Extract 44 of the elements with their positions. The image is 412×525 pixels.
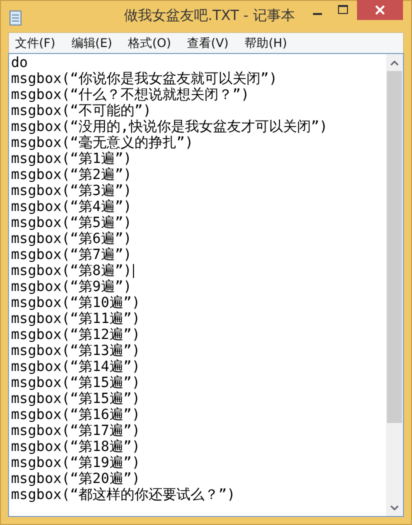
scrollbar[interactable] — [386, 54, 403, 516]
text-line: msgbox(“第3遍”) — [11, 183, 132, 199]
text-editor[interactable] — [8, 53, 404, 517]
text-line: msgbox(“第19遍”) — [11, 455, 140, 471]
close-icon — [375, 5, 385, 15]
text-line: msgbox(“第7遍”) — [11, 247, 132, 263]
scroll-up-icon[interactable] — [390, 60, 399, 66]
text-line: msgbox(“毫无意义的挣扎”) — [11, 135, 194, 151]
minimize-icon — [312, 12, 322, 14]
text-line: msgbox(“第15遍”) — [11, 391, 140, 407]
text-line: msgbox(“第9遍”) — [11, 279, 132, 295]
text-line: msgbox(“第11遍”) — [11, 311, 140, 327]
text-line: msgbox(“第2遍”) — [11, 167, 132, 183]
text-line: msgbox(“第12遍”) — [11, 327, 140, 343]
text-line: msgbox(“第4遍”) — [11, 199, 132, 215]
text-line: msgbox(“你说你是我女盆友就可以关闭”) — [11, 71, 278, 87]
text-line: msgbox(“第14遍”) — [11, 359, 140, 375]
text-line: msgbox(“什么？不想说就想关闭？”) — [11, 87, 250, 103]
text-line: msgbox(“第20遍”) — [11, 471, 140, 487]
text-line: msgbox(“第8遍”) — [11, 263, 132, 279]
menu-item[interactable]: 帮助(H) — [244, 34, 287, 52]
scrollbar-thumb[interactable] — [387, 71, 402, 423]
scroll-down-icon[interactable] — [390, 504, 399, 510]
menu-item[interactable]: 格式(O) — [128, 34, 172, 52]
text-line: msgbox(“第15遍”) — [11, 375, 140, 391]
text-line: msgbox(“第18遍”) — [11, 439, 140, 455]
menu-item[interactable]: 查看(V) — [187, 34, 229, 52]
menu-item[interactable]: 文件(F) — [15, 34, 56, 52]
maximize-icon — [338, 5, 349, 15]
close-button[interactable] — [357, 0, 403, 20]
window-title: 做我女盆友吧.TXT - 记事本 — [124, 7, 295, 25]
menu-item[interactable]: 编辑(E) — [71, 34, 112, 52]
text-line: msgbox(“都这样的你还要试么？”) — [11, 487, 236, 503]
text-line: msgbox(“第13遍”) — [11, 343, 140, 359]
text-line: do — [11, 55, 28, 71]
text-line: msgbox(“第1遍”) — [11, 151, 132, 167]
text-line: msgbox(“第10遍”) — [11, 295, 140, 311]
text-line: msgbox(“第6遍”) — [11, 231, 132, 247]
text-line: msgbox(“第16遍”) — [11, 407, 140, 423]
notepad-icon — [8, 10, 24, 26]
text-line: msgbox(“第5遍”) — [11, 215, 132, 231]
text-line: msgbox(“不可能的”) — [11, 103, 152, 119]
text-line: msgbox(“没用的,快说你是我女盆友才可以关闭”) — [11, 119, 328, 135]
text-line: msgbox(“第17遍”) — [11, 423, 140, 439]
